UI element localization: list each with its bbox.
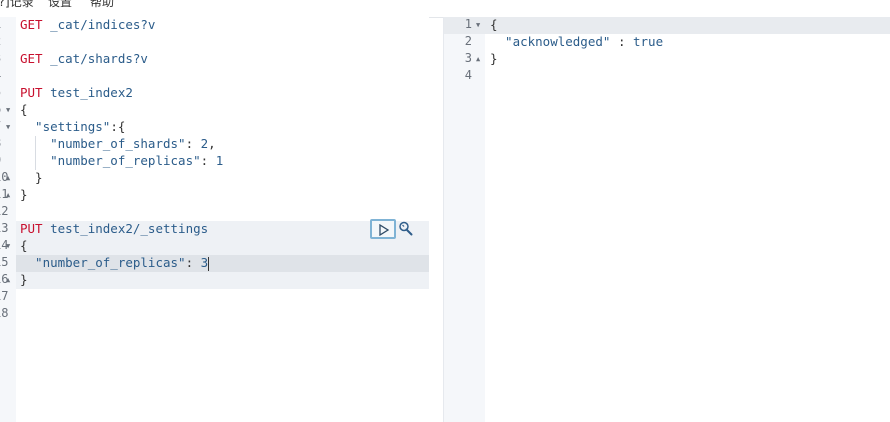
code-token: } [20,170,43,185]
code-token: : [185,136,201,151]
code-line: GET _cat/shards?v [20,51,148,66]
fold-close-icon[interactable]: ▲ [6,191,10,199]
code-line: { [20,238,28,253]
code-token: :{ [110,119,126,134]
wrench-icon [399,221,413,236]
code-line: } [20,170,43,185]
code-token: { [490,17,498,32]
line-number: 13 [0,221,9,235]
menu-item-settings[interactable]: 设置 [48,0,72,10]
line-number: 12 [0,204,9,218]
code-token: "acknowledged" [490,34,611,49]
code-line: { [490,17,498,32]
code-token: : [185,255,201,270]
line-number: 3 [464,51,472,65]
code-line: "number_of_shards": 2, [20,136,216,151]
play-icon [379,224,390,236]
code-token: { [20,238,28,253]
code-token: : [610,34,633,49]
line-number: 2 [464,34,472,48]
line-number: 8 [0,136,10,150]
code-token: 1 [215,153,224,168]
wrench-button[interactable] [398,221,414,237]
code-token: 3 [200,255,209,270]
code-token: PUT [20,85,43,100]
fold-close-icon[interactable]: ▲ [6,276,10,284]
line-number: 15 [0,255,9,269]
code-line: "acknowledged" : true [490,34,663,49]
menu-item-help[interactable]: 帮助 [90,0,114,10]
line-number: 5 [0,85,10,99]
code-token: _cat/shards?v [42,51,148,66]
code-token: : [200,153,216,168]
code-token: test_index2/_settings [42,221,209,236]
line-number: 18 [0,306,9,320]
response-editor[interactable] [485,17,890,422]
code-token: PUT [20,221,43,236]
code-line: "number_of_replicas": 3 [20,255,210,271]
code-token: "number_of_shards" [20,136,186,151]
code-line: } [490,51,498,66]
code-token: GET [20,51,43,66]
line-number: 1 [464,17,472,31]
code-line: } [20,187,28,202]
fold-open-icon[interactable]: ▼ [476,21,480,29]
code-line: } [20,272,28,287]
menu-bar: [?]记录 设置 帮助 [0,0,890,18]
line-number: 17 [0,289,9,303]
code-token: , [208,136,216,151]
request-actions [370,219,416,241]
request-editor[interactable] [16,17,429,422]
text-cursor [208,256,210,271]
code-line: PUT test_index2 [20,85,133,100]
code-token: { [20,102,28,117]
code-line: "number_of_replicas": 1 [20,153,223,168]
menu-item-history[interactable]: [?]记录 [0,0,34,10]
code-token: _cat/indices?v [42,17,156,32]
code-token: test_index2 [42,85,133,100]
code-token: true [633,34,664,49]
fold-close-icon[interactable]: ▲ [6,174,10,182]
line-number: 4 [464,68,472,82]
code-token: } [20,272,28,287]
fold-open-icon[interactable]: ▼ [6,106,10,114]
code-token: GET [20,17,43,32]
line-number: 9 [0,153,10,167]
response-active-line [444,17,890,34]
code-token: "settings" [20,119,111,134]
code-line: PUT test_index2/_settings [20,221,208,236]
fold-open-icon[interactable]: ▼ [6,242,10,250]
line-number: 2 [0,34,10,48]
code-line: { [20,102,28,117]
line-number: 1 [0,17,10,31]
code-token: } [490,51,498,66]
fold-open-icon[interactable]: ▼ [6,123,10,131]
line-number: 3 [0,51,10,65]
code-token: "number_of_replicas" [20,255,186,270]
fold-close-icon[interactable]: ▲ [476,55,480,63]
code-token: "number_of_replicas" [20,153,201,168]
run-button[interactable] [370,219,396,239]
code-token: } [20,187,28,202]
code-line: "settings":{ [20,119,125,134]
line-number: 4 [0,68,10,82]
code-line: GET _cat/indices?v [20,17,155,32]
